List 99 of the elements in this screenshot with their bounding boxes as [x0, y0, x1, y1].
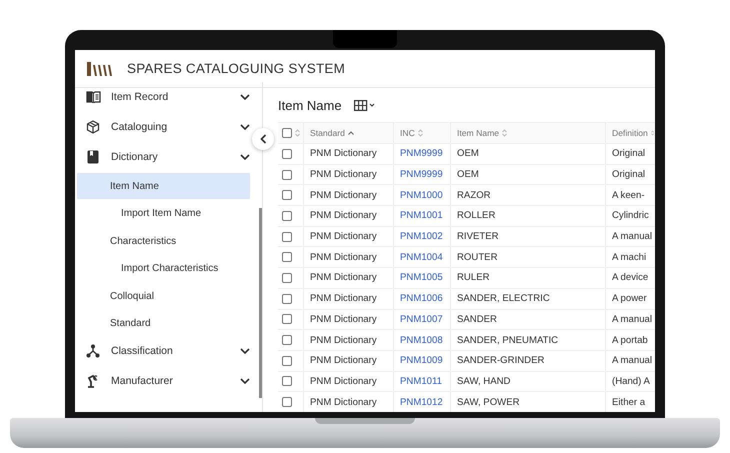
nav-subitem[interactable]: Import Characteristics — [77, 254, 250, 282]
logo-icon — [87, 62, 113, 76]
chevron-left-icon — [260, 134, 266, 144]
collapse-sidebar-button[interactable] — [252, 128, 274, 150]
column-header[interactable]: INC — [400, 128, 415, 138]
table-cell: SANDER-GRINDER — [457, 355, 544, 366]
scrollbar-thumb[interactable] — [259, 208, 262, 398]
nav-item[interactable]: Item Record — [77, 82, 250, 112]
table-cell: SANDER, ELECTRIC — [457, 293, 550, 304]
row-checkbox[interactable] — [282, 148, 292, 159]
inc-link[interactable]: PNM1011 — [400, 376, 442, 387]
camera-notch — [333, 30, 397, 48]
table-cell: PNM Dictionary — [310, 314, 377, 325]
table-cell: Cylindric — [612, 210, 649, 222]
nav-item[interactable]: Manufacturer — [77, 366, 250, 396]
nav-subitem[interactable]: Standard — [77, 310, 250, 336]
column-header[interactable]: Standard — [310, 128, 345, 138]
table-cell: SAW, POWER — [457, 396, 520, 408]
row-checkbox[interactable] — [282, 232, 292, 242]
row-checkbox[interactable] — [282, 376, 292, 386]
nav-item[interactable]: Classification — [77, 336, 250, 366]
table-cell: SAW, HAND — [457, 376, 510, 387]
inc-link[interactable]: PNM1000 — [400, 190, 443, 201]
table-cell: PNM Dictionary — [310, 169, 377, 180]
table-cell: A manual — [612, 231, 652, 242]
table-cell: Original — [612, 148, 646, 160]
network-icon — [85, 344, 101, 358]
nav-subitem[interactable]: Colloquial — [77, 283, 250, 309]
table-cell: PNM Dictionary — [310, 231, 377, 242]
chevron-down-icon — [240, 124, 250, 130]
table-cell: PNM Dictionary — [310, 210, 377, 222]
nav-subitem[interactable]: Characteristics — [77, 228, 250, 254]
table-cell: PNM Dictionary — [310, 396, 377, 408]
nav-item[interactable]: Cataloguing — [77, 112, 250, 142]
row-checkbox[interactable] — [282, 335, 292, 346]
table-view-menu-icon[interactable] — [354, 100, 376, 110]
nav-item[interactable]: Dictionary — [77, 142, 250, 172]
table-cell: RULER — [457, 272, 490, 284]
table-cell: PNM Dictionary — [310, 355, 377, 366]
book-icon — [85, 91, 101, 103]
table-cell: (Hand) A — [612, 376, 650, 387]
column-header[interactable]: Definition — [612, 128, 648, 138]
table-cell: A portab — [612, 334, 648, 346]
chevron-down-icon — [240, 348, 250, 354]
table-cell: RAZOR — [457, 190, 491, 201]
chevron-down-icon — [240, 94, 250, 100]
row-checkbox[interactable] — [282, 294, 292, 304]
table-cell: PNM Dictionary — [310, 376, 377, 387]
table-cell: OEM — [457, 148, 479, 160]
row-checkbox[interactable] — [282, 356, 292, 366]
inc-link[interactable]: PNM1008 — [400, 334, 443, 346]
column-header[interactable]: Item Name — [457, 128, 500, 138]
inc-link[interactable]: PNM1007 — [400, 314, 443, 325]
table-cell: SANDER, PNEUMATIC — [457, 334, 558, 346]
page-title: Item Name — [278, 98, 342, 112]
chevron-down-icon — [240, 378, 250, 384]
table-cell: A manual — [612, 314, 652, 325]
app-title: SPARES CATALOGUING SYSTEM — [127, 61, 346, 76]
table-cell: A power — [612, 293, 647, 304]
inc-link[interactable]: PNM9999 — [400, 169, 443, 180]
table-cell: OEM — [457, 169, 479, 180]
table-cell: A keen- — [612, 190, 645, 201]
inc-link[interactable]: PNM1009 — [400, 355, 443, 366]
table-cell: PNM Dictionary — [310, 148, 377, 160]
cube-icon — [85, 120, 101, 134]
table-cell: SANDER — [457, 314, 497, 325]
nav-subitem[interactable]: Import Item Name — [77, 199, 250, 227]
nav-subitem[interactable]: Item Name — [77, 173, 250, 199]
inc-link[interactable]: PNM1006 — [400, 293, 443, 304]
row-checkbox[interactable] — [282, 190, 292, 200]
table-cell: PNM Dictionary — [310, 252, 377, 263]
table-cell: A device — [612, 272, 648, 284]
inc-link[interactable]: PNM1004 — [400, 252, 443, 263]
row-checkbox[interactable] — [282, 314, 292, 324]
table-cell: PNM Dictionary — [310, 272, 377, 284]
row-checkbox[interactable] — [282, 252, 292, 262]
inc-link[interactable]: PNM9999 — [400, 148, 443, 160]
table-cell: PNM Dictionary — [310, 334, 377, 346]
row-checkbox[interactable] — [282, 210, 292, 221]
select-all-checkbox[interactable] — [282, 128, 292, 138]
table-cell: PNM Dictionary — [310, 293, 377, 304]
inc-link[interactable]: PNM1012 — [400, 396, 443, 408]
table-cell: PNM Dictionary — [310, 190, 377, 201]
table-cell: A manual — [612, 355, 652, 366]
table-cell: ROLLER — [457, 210, 496, 222]
row-checkbox[interactable] — [282, 170, 292, 180]
row-checkbox[interactable] — [282, 397, 292, 408]
table-cell: Original — [612, 169, 646, 180]
table-cell: RIVETER — [457, 231, 499, 242]
inc-link[interactable]: PNM1002 — [400, 231, 443, 242]
sort-ascending-icon[interactable] — [348, 131, 354, 135]
table-cell: ROUTER — [457, 252, 498, 263]
chevron-down-icon — [240, 154, 250, 160]
table-cell: Either a — [612, 396, 646, 408]
row-checkbox[interactable] — [282, 272, 292, 283]
bookmark-icon — [85, 150, 101, 164]
inc-link[interactable]: PNM1001 — [400, 210, 443, 222]
table-cell: A machi — [612, 252, 646, 263]
inc-link[interactable]: PNM1005 — [400, 272, 443, 284]
